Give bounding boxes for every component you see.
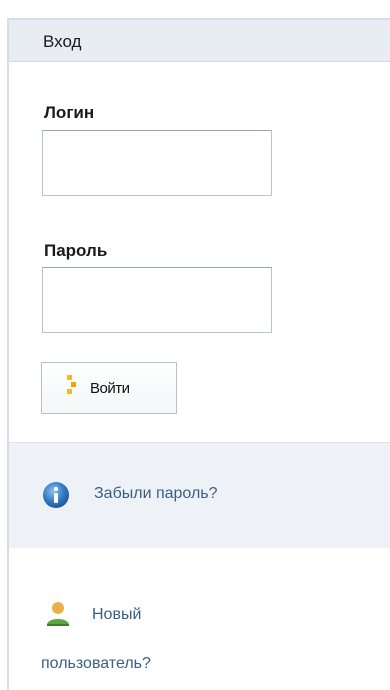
info-icon <box>42 481 70 509</box>
password-label: Пароль <box>44 241 108 260</box>
forgot-password-section: Забыли пароль? <box>9 442 390 550</box>
login-panel: Вход Логин Пароль Войти Забыли пароль? Н… <box>7 18 390 690</box>
new-user-link[interactable]: Новый <box>92 606 141 624</box>
panel-header: Вход <box>9 20 390 62</box>
login-button-label: Войти <box>90 380 130 397</box>
new-user-link-continued[interactable]: пользователь? <box>41 655 151 673</box>
login-button[interactable]: Войти <box>41 362 177 414</box>
login-input[interactable] <box>42 130 272 196</box>
arrow-icon <box>66 373 78 403</box>
panel-title: Вход <box>43 32 82 51</box>
forgot-password-link[interactable]: Забыли пароль? <box>94 485 218 503</box>
new-user-section: Новый пользователь? <box>9 548 390 688</box>
user-icon <box>45 600 71 626</box>
login-label: Логин <box>44 103 95 122</box>
password-input[interactable] <box>42 267 272 333</box>
